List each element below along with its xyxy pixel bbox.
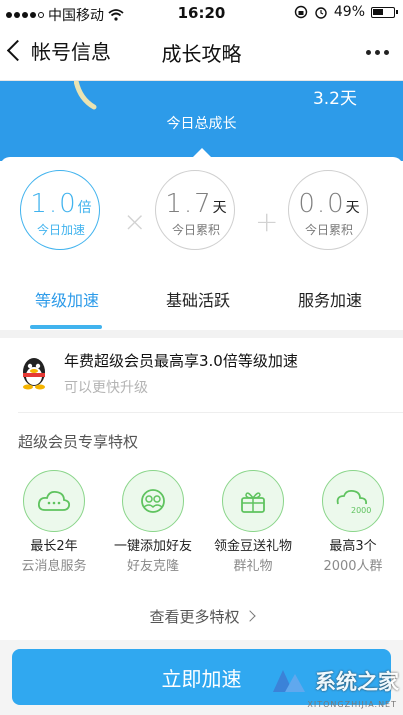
plus-operator: +	[255, 205, 279, 238]
ring-value: 1.7	[165, 189, 213, 219]
status-right: 49%	[294, 4, 398, 20]
watermark: 系统之家	[271, 666, 399, 696]
privilege-item[interactable]	[23, 470, 85, 532]
multiply-operator: ×	[123, 205, 147, 238]
status-bar: 中国移动 16:20 49%	[0, 0, 403, 26]
more-privileges-link[interactable]: 查看更多特权	[0, 606, 403, 627]
nav-bar: 帐号信息 成长攻略	[0, 26, 403, 81]
qq-penguin-icon	[23, 358, 45, 390]
privilege-item[interactable]	[222, 470, 284, 532]
progress-arc-icon	[74, 81, 97, 110]
ring-value: 0.0	[298, 189, 346, 219]
page-title: 成长攻略	[161, 42, 242, 66]
tab-level-accel[interactable]: 等级加速	[20, 287, 114, 311]
friend-clone-icon	[122, 470, 184, 532]
alarm-icon	[315, 7, 327, 19]
privilege-name: 一键添加好友	[113, 539, 192, 554]
privilege-item[interactable]	[122, 470, 184, 532]
watermark-logo-icon	[273, 670, 305, 692]
tab-basic-active[interactable]: 基础活跃	[151, 287, 245, 311]
active-tab-indicator	[30, 325, 102, 329]
privileges-heading: 超级会员专享特权	[18, 433, 139, 451]
section-divider	[0, 330, 403, 338]
total-growth-label: 今日总成长	[166, 116, 237, 132]
privilege-name: 领金豆送礼物	[213, 539, 292, 554]
vip-promo[interactable]: 年费超级会员最高享3.0倍等级加速 可以更快升级	[18, 340, 403, 413]
battery-icon	[371, 6, 398, 18]
watermark-url: XITONGZHIJIA.NET	[307, 700, 397, 709]
group-gift-icon	[222, 470, 284, 532]
ring-value: 1.0	[30, 189, 78, 219]
ring-level-accel[interactable]: 1.0倍 今日加速	[20, 170, 100, 250]
ring-unit: 天	[212, 200, 227, 216]
privilege-desc: 好友克隆	[126, 559, 179, 574]
privilege-desc: 2000人群	[323, 559, 383, 574]
total-growth-days: 3.2天	[312, 89, 357, 109]
watermark-text: 系统之家	[315, 670, 399, 694]
more-privileges-label: 查看更多特权	[149, 608, 240, 626]
svg-text:2000: 2000	[351, 506, 371, 515]
banner-pointer	[193, 148, 211, 157]
promo-subtitle: 可以更快升级	[64, 380, 148, 396]
group-2000-icon: 2000	[322, 470, 384, 532]
ring-sub: 今日累积	[171, 223, 220, 237]
tab-service-accel[interactable]: 服务加速	[283, 287, 377, 311]
privilege-name: 最长2年	[30, 539, 78, 554]
more-menu-icon[interactable]	[366, 50, 389, 55]
ring-service-accel[interactable]: 0.0天 今日累积	[288, 170, 368, 250]
battery-percent: 49%	[333, 4, 365, 20]
privilege-desc: 云消息服务	[21, 559, 87, 574]
rotation-lock-icon	[294, 5, 308, 19]
promo-title: 年费超级会员最高享3.0倍等级加速	[64, 352, 298, 370]
ring-sub: 今日累积	[304, 223, 353, 237]
ring-unit: 天	[345, 200, 360, 216]
cloud-message-icon	[23, 470, 85, 532]
ring-basic-active[interactable]: 1.7天 今日累积	[155, 170, 235, 250]
ring-sub: 今日加速	[36, 223, 85, 237]
privilege-desc: 群礼物	[233, 559, 273, 574]
privilege-item[interactable]: 2000	[322, 470, 384, 532]
chevron-right-icon	[243, 610, 256, 622]
privilege-name: 最高3个	[329, 539, 377, 554]
ring-unit: 倍	[77, 200, 92, 216]
